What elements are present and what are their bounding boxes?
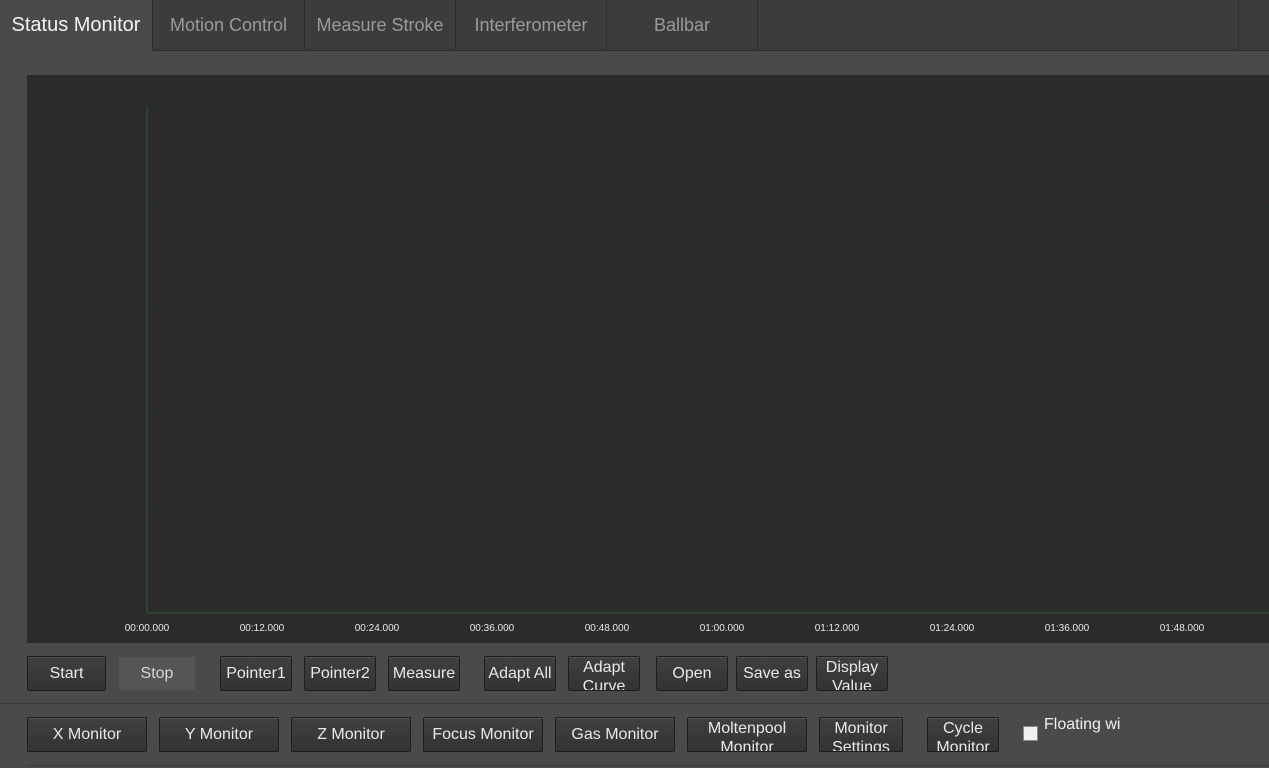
measure-button[interactable]: Measure — [388, 656, 460, 691]
x-tick-label: 00:24.000 — [355, 623, 400, 634]
x-tick-label: 00:36.000 — [470, 623, 515, 634]
x-tick-label: 00:48.000 — [585, 623, 630, 634]
tab-interferometer[interactable]: Interferometer — [456, 0, 607, 50]
focus-monitor-button[interactable]: Focus Monitor — [423, 717, 543, 752]
x-tick-label: 01:36.000 — [1045, 623, 1090, 634]
bottom-divider — [27, 765, 1269, 766]
save-as-button[interactable]: Save as — [736, 656, 808, 691]
pointer2-button[interactable]: Pointer2 — [304, 656, 376, 691]
adapt-curve-button[interactable]: Adapt Curve — [568, 656, 640, 691]
tab-measure-stroke[interactable]: Measure Stroke — [305, 0, 456, 50]
floating-window-label: Floating wi — [1044, 716, 1121, 733]
adapt-all-button[interactable]: Adapt All — [484, 656, 556, 691]
x-tick-label: 00:12.000 — [240, 623, 285, 634]
tab-motion-control[interactable]: Motion Control — [153, 0, 305, 50]
display-value-button[interactable]: Display Value — [816, 656, 888, 691]
stop-button[interactable]: Stop — [118, 656, 196, 691]
x-tick-label: 00:00.000 — [125, 623, 170, 634]
tab-status-monitor[interactable]: Status Monitor — [0, 0, 153, 51]
monitor-chart[interactable]: 00:00.000 00:12.000 00:24.000 00:36.000 00:4… — [27, 75, 1269, 643]
x-tick-label: 01:48.000 — [1160, 623, 1205, 634]
tab-ballbar[interactable]: Ballbar — [607, 0, 758, 50]
tab-bar-end — [1238, 0, 1269, 50]
y-monitor-button[interactable]: Y Monitor — [159, 717, 279, 752]
floating-window-option[interactable]: Floating wi — [1023, 716, 1120, 741]
open-button[interactable]: Open — [656, 656, 728, 691]
chart-canvas: 00:00.000 00:12.000 00:24.000 00:36.000 00:4… — [125, 105, 1269, 634]
gas-monitor-button[interactable]: Gas Monitor — [555, 717, 675, 752]
start-button[interactable]: Start — [27, 656, 106, 691]
floating-window-checkbox[interactable] — [1023, 726, 1038, 741]
tab-bar: Status Monitor Motion Control Measure St… — [0, 0, 1269, 51]
x-monitor-button[interactable]: X Monitor — [27, 717, 147, 752]
cycle-monitor-button[interactable]: Cycle Monitor — [927, 717, 999, 752]
x-tick-label: 01:24.000 — [930, 623, 975, 634]
toolbar-separator — [0, 703, 1269, 704]
z-monitor-button[interactable]: Z Monitor — [291, 717, 411, 752]
x-tick-label: 01:12.000 — [815, 623, 860, 634]
moltenpool-monitor-button[interactable]: Moltenpool Monitor — [687, 717, 807, 752]
pointer1-button[interactable]: Pointer1 — [220, 656, 292, 691]
monitor-settings-button[interactable]: Monitor Settings — [819, 717, 903, 752]
x-tick-label: 01:00.000 — [700, 623, 745, 634]
